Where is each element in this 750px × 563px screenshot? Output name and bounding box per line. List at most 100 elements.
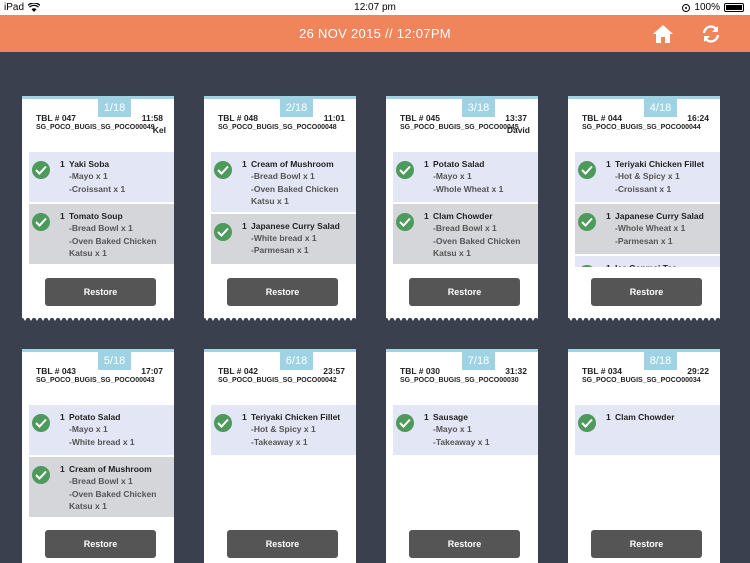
order-item[interactable]: 1 Yaki Soba -Mayo x 1 -Croissant x 1 xyxy=(29,152,174,202)
item-quantity: 1 xyxy=(242,412,247,422)
item-modifier: -Oven Baked Chicken xyxy=(433,235,521,246)
check-icon[interactable] xyxy=(396,213,414,231)
elapsed-time: 29:22 xyxy=(687,366,709,376)
restore-button[interactable]: Restore xyxy=(591,530,702,558)
restore-button[interactable]: Restore xyxy=(409,278,520,306)
restore-button[interactable]: Restore xyxy=(409,530,520,558)
restore-button[interactable]: Restore xyxy=(45,278,156,306)
order-code: SG_POCO_BUGIS_SG_POCO00045 xyxy=(400,124,519,131)
item-modifier: -Mayo x 1 xyxy=(433,171,472,181)
restore-button[interactable]: Restore xyxy=(227,278,338,306)
order-code: SG_POCO_BUGIS_SG_POCO00044 xyxy=(582,124,701,131)
item-modifier: -Hot & Spicy x 1 xyxy=(615,171,680,181)
item-title: Teriyaki Chicken Fillet xyxy=(615,159,705,169)
order-item[interactable]: 1 Sausage -Mayo x 1 -Takeaway x 1 xyxy=(393,405,538,455)
item-modifier: -Bread Bowl x 1 xyxy=(433,223,497,233)
order-item[interactable]: 1 Potato Salad -Mayo x 1 -White bread x 1 xyxy=(29,405,174,455)
order-card: 5/18 TBL # 043 17:07 SG_POCO_BUGIS_SG_POCO0… xyxy=(22,349,174,563)
item-modifier: -Mayo x 1 xyxy=(69,424,108,434)
order-card: 7/18 TBL # 030 31:32 SG_POCO_BUGIS_SG_POCO0… xyxy=(386,349,538,563)
item-title: Potato Salad xyxy=(433,159,485,169)
item-quantity: 1 xyxy=(424,412,429,422)
check-icon[interactable] xyxy=(214,222,232,241)
item-title: Teriyaki Chicken Fillet xyxy=(251,412,341,422)
restore-button[interactable]: Restore xyxy=(45,530,156,558)
check-icon[interactable] xyxy=(32,161,50,179)
check-icon[interactable] xyxy=(32,213,50,231)
page-title: 26 NOV 2015 // 12:07PM xyxy=(299,26,451,41)
check-icon[interactable] xyxy=(214,414,232,432)
check-icon[interactable] xyxy=(578,213,596,231)
item-quantity: 1 xyxy=(242,159,247,169)
order-card: 3/18 TBL # 045 13:37 SG_POCO_BUGIS_SG_POCO0… xyxy=(386,96,538,321)
item-title: Potato Salad xyxy=(69,412,121,422)
item-modifier: Katsu x 1 xyxy=(433,248,471,258)
order-item[interactable]: 1Ice Genmai Tea xyxy=(575,256,720,267)
check-icon[interactable] xyxy=(578,414,596,432)
item-quantity: 1 xyxy=(60,159,65,169)
item-title: Ice Genmai Tea xyxy=(615,263,677,267)
item-name: 1 Tomato Soup xyxy=(60,210,170,222)
order-item[interactable]: 1 Tomato Soup -Bread Bowl x 1 -Oven Baked C… xyxy=(29,204,174,264)
elapsed-time: 17:07 xyxy=(141,366,163,376)
check-icon[interactable] xyxy=(32,414,50,432)
item-modifier: -Bread Bowl x 1 xyxy=(251,171,315,181)
item-name: 1 Cream of Mushroom xyxy=(242,158,352,170)
item-modifier: -White bread x 1 xyxy=(251,232,317,243)
order-card: 2/18 TBL # 048 11:01 SG_POCO_BUGIS_SG_POCO0… xyxy=(204,96,356,321)
order-code: SG_POCO_BUGIS_SG_POCO00034 xyxy=(582,377,701,384)
order-index-badge: 8/18 xyxy=(644,352,677,370)
customer-name: Kel xyxy=(152,125,166,135)
rotation-lock-icon xyxy=(682,3,691,12)
item-modifier: -Croissant x 1 xyxy=(615,183,672,194)
restore-button[interactable]: Restore xyxy=(227,530,338,558)
order-index-badge: 4/18 xyxy=(644,99,677,117)
check-icon[interactable] xyxy=(396,414,414,432)
item-name: 1 Clam Chowder xyxy=(424,210,534,222)
item-modifier: -White bread x 1 xyxy=(69,436,135,447)
order-code: SG_POCO_BUGIS_SG_POCO00030 xyxy=(400,377,519,384)
order-code: SG_POCO_BUGIS_SG_POCO00042 xyxy=(218,377,337,384)
item-quantity: 1 xyxy=(60,211,65,221)
receipt-torn-edge xyxy=(22,316,174,321)
table-number: TBL # 048 xyxy=(218,113,259,123)
item-name: 1 Potato Salad xyxy=(60,411,170,423)
check-icon[interactable] xyxy=(32,466,50,484)
order-card: 6/18 TBL # 042 23:57 SG_POCO_BUGIS_SG_POCO0… xyxy=(204,349,356,563)
elapsed-time: 11:01 xyxy=(323,113,345,123)
ios-status-bar: iPad 12:07 pm 100% xyxy=(0,0,750,15)
customer-name: David xyxy=(506,125,530,135)
check-icon[interactable] xyxy=(578,161,596,179)
order-items-list: 1 Cream of Mushroom -Bread Bowl x 1 -Oven B… xyxy=(211,152,356,267)
item-name: 1 Clam Chowder xyxy=(606,411,716,423)
item-title: Cream of Mushroom xyxy=(69,464,152,474)
order-item[interactable]: 1 Clam Chowder -Bread Bowl x 1 -Oven Baked … xyxy=(393,204,538,264)
item-name: 1Ice Genmai Tea xyxy=(606,262,716,267)
item-name: 1 Cream of Mushroom xyxy=(60,463,170,475)
refresh-button[interactable] xyxy=(700,23,722,45)
item-title: Japanese Curry Salad xyxy=(251,220,340,231)
order-item[interactable]: 1 Potato Salad -Mayo x 1 -Whole Wheat x 1 xyxy=(393,152,538,202)
header-bar: 26 NOV 2015 // 12:07PM xyxy=(0,15,750,52)
restore-button[interactable]: Restore xyxy=(591,278,702,306)
elapsed-time: 31:32 xyxy=(505,366,527,376)
order-item[interactable]: 1 Cream of Mushroom -Bread Bowl x 1 -Oven B… xyxy=(29,457,174,517)
order-code: SG_POCO_BUGIS_SG_POCO00043 xyxy=(36,377,155,384)
order-item[interactable]: 1 Japanese Curry Salad -Whole Wheat x 1 -Pa… xyxy=(575,204,720,254)
check-icon[interactable] xyxy=(214,161,232,179)
item-modifier: -Oven Baked Chicken xyxy=(251,183,339,194)
item-modifier: -Takeaway x 1 xyxy=(433,436,490,447)
order-item[interactable]: 1 Cream of Mushroom -Bread Bowl x 1 -Oven B… xyxy=(211,152,356,212)
check-icon[interactable] xyxy=(396,161,414,179)
elapsed-time: 13:37 xyxy=(505,113,527,123)
item-quantity: 1 xyxy=(242,220,247,231)
order-code: SG_POCO_BUGIS_SG_POCO00048 xyxy=(218,124,337,131)
check-icon[interactable] xyxy=(578,265,596,267)
order-item[interactable]: 1 Japanese Curry Salad -White bread x 1 -Pa… xyxy=(211,213,356,264)
home-button[interactable] xyxy=(652,24,674,44)
order-item[interactable]: 1 Teriyaki Chicken Fillet -Hot & Spicy x 1… xyxy=(575,152,720,202)
order-item[interactable]: 1 Teriyaki Chicken Fillet -Hot & Spicy x 1… xyxy=(211,405,356,455)
order-item[interactable]: 1 Clam Chowder xyxy=(575,405,720,455)
item-quantity: 1 xyxy=(606,262,615,267)
order-items-list: 1 Potato Salad -Mayo x 1 -Whole Wheat x 11C… xyxy=(393,152,538,267)
